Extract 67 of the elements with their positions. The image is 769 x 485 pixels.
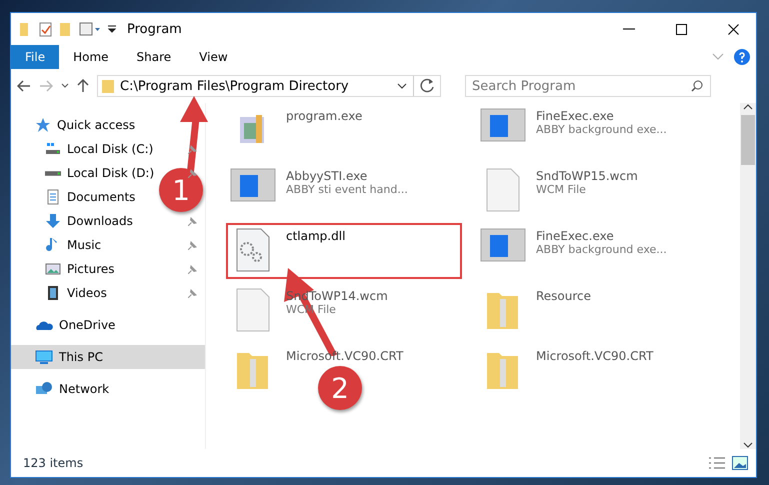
- document-icon: [45, 189, 61, 205]
- details-view-icon[interactable]: [708, 456, 726, 470]
- properties-icon[interactable]: [39, 21, 53, 37]
- drive-icon: [45, 141, 61, 157]
- file-name[interactable]: FineExec.exe: [536, 229, 614, 243]
- pin-icon: [188, 264, 197, 274]
- file-description: WCM File: [536, 183, 586, 196]
- item-count: 123 items: [23, 456, 84, 470]
- up-arrow-icon[interactable]: [77, 79, 89, 93]
- drive-icon: [45, 170, 61, 176]
- sidebar-item[interactable]: Music: [11, 233, 205, 257]
- search-icon[interactable]: [691, 80, 703, 92]
- minimize-icon: [623, 28, 635, 30]
- pin-icon: [188, 240, 197, 250]
- file-name[interactable]: FineExec.exe: [536, 109, 614, 123]
- network-icon: [35, 381, 53, 397]
- file-description: ABBY background exe...: [536, 243, 667, 256]
- pin-icon: [188, 288, 197, 298]
- close-icon: [728, 24, 738, 34]
- window-icon: [230, 167, 276, 203]
- sidebar-item[interactable]: This PC: [11, 345, 205, 369]
- film-icon: [45, 285, 61, 301]
- back-arrow-icon[interactable]: [17, 80, 31, 92]
- ribbon-tab[interactable]: View: [185, 45, 242, 69]
- search-field[interactable]: Search Program: [465, 75, 711, 97]
- address-path: C:\Program Files\Program Directory: [120, 78, 350, 94]
- scroll-down-icon[interactable]: [743, 441, 753, 449]
- folder-icon: [102, 79, 114, 93]
- sidebar-item[interactable]: Quick access: [11, 113, 205, 137]
- window-title: Program: [127, 22, 183, 36]
- monitor-icon: [35, 349, 53, 365]
- maximize-icon: [676, 24, 686, 34]
- address-bar[interactable]: C:\Program Files\Program Directory: [97, 75, 441, 97]
- scrollbar-thumb[interactable]: [741, 115, 755, 165]
- ribbon-tab[interactable]: Home: [59, 45, 123, 69]
- pin-icon: [188, 144, 197, 154]
- file-name[interactable]: AbbyySTI.exe: [286, 169, 368, 183]
- download-arrow-icon: [45, 213, 61, 229]
- sidebar-item[interactable]: Network: [11, 377, 205, 401]
- file-name[interactable]: SndToWP15.wcm: [536, 169, 638, 183]
- customize-caret-icon[interactable]: [107, 24, 117, 34]
- dropdown-caret-icon[interactable]: [397, 83, 407, 89]
- picture-icon: [45, 261, 61, 277]
- star-icon: [35, 117, 51, 133]
- file-name[interactable]: Resource: [536, 289, 592, 303]
- view-options-icon[interactable]: [79, 22, 101, 36]
- pin-icon: [188, 168, 197, 178]
- sidebar-item[interactable]: Videos: [11, 281, 205, 305]
- file-name[interactable]: ctlamp.dll: [286, 229, 346, 243]
- sidebar-item[interactable]: Local Disk (C:): [11, 137, 205, 161]
- sidebar-item[interactable]: OneDrive: [11, 313, 205, 337]
- window-icon: [480, 227, 526, 263]
- sidebar-item[interactable]: Pictures: [11, 257, 205, 281]
- ribbon-tab[interactable]: Share: [122, 45, 186, 69]
- recent-caret-icon[interactable]: [61, 83, 69, 89]
- sidebar-item[interactable]: Downloads: [11, 209, 205, 233]
- pin-icon: [188, 216, 197, 226]
- file-name[interactable]: program.exe: [286, 109, 362, 123]
- ribbon-tab[interactable]: File: [11, 45, 60, 69]
- file-name[interactable]: Microsoft.VC90.CRT: [536, 349, 654, 363]
- file-name[interactable]: Microsoft.VC90.CRT: [286, 349, 404, 363]
- file-description: ABBY background exe...: [536, 123, 667, 136]
- window-icon: [480, 107, 526, 143]
- help-icon[interactable]: [734, 49, 750, 65]
- scroll-up-icon[interactable]: [743, 103, 753, 111]
- file-description: ABBY sti event hand...: [286, 183, 408, 196]
- large-icons-view-icon[interactable]: [732, 456, 748, 470]
